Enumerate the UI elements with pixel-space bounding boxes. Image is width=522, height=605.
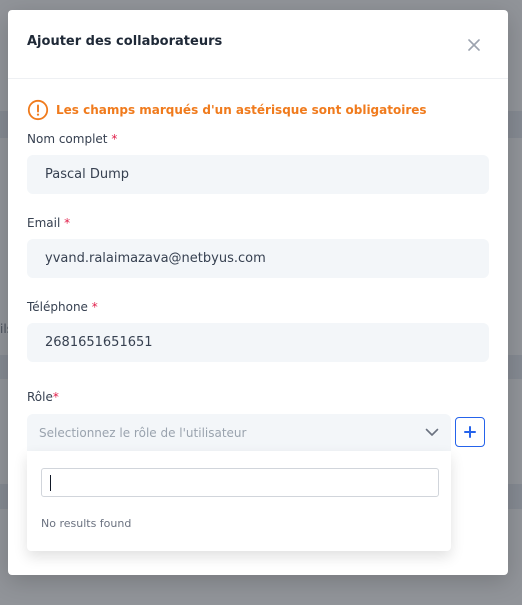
required-fields-notice: Les champs marqués d'un astérisque sont … (27, 99, 487, 121)
close-button[interactable] (464, 35, 484, 55)
full-name-input[interactable]: Pascal Dump (27, 155, 489, 194)
email-value: yvand.ralaimazava@netbyus.com (45, 251, 266, 266)
role-placeholder: Selectionnez le rôle de l'utilisateur (39, 425, 247, 440)
full-name-label: Nom complet * (27, 132, 117, 146)
required-mark: * (64, 216, 71, 230)
full-name-label-text: Nom complet (27, 132, 108, 146)
phone-value: 2681651651651 (45, 335, 153, 350)
required-mark: * (111, 132, 118, 146)
email-input[interactable]: yvand.ralaimazava@netbyus.com (27, 239, 489, 278)
role-search-input[interactable] (41, 468, 439, 497)
role-label: Rôle* (27, 390, 59, 404)
role-label-text: Rôle (27, 390, 53, 404)
phone-label: Téléphone * (27, 300, 98, 314)
required-mark: * (91, 300, 98, 314)
full-name-value: Pascal Dump (45, 167, 130, 182)
phone-label-text: Téléphone (27, 300, 88, 314)
add-role-button[interactable] (455, 417, 485, 447)
modal-title: Ajouter des collaborateurs (27, 34, 223, 49)
close-icon (468, 39, 480, 51)
role-dropdown: No results found (27, 451, 451, 551)
plus-icon (464, 426, 476, 438)
modal-header: Ajouter des collaborateurs (8, 10, 508, 79)
add-collaborators-modal: Ajouter des collaborateurs Les champs ma… (8, 10, 508, 575)
text-cursor (50, 475, 51, 491)
phone-input[interactable]: 2681651651651 (27, 323, 489, 362)
no-results-message: No results found (41, 517, 132, 530)
chevron-down-icon[interactable] (425, 428, 439, 437)
info-icon (27, 99, 49, 121)
required-mark: * (52, 390, 59, 404)
notice-text: Les champs marqués d'un astérisque sont … (56, 103, 427, 117)
email-label-text: Email (27, 216, 61, 230)
role-select[interactable]: Selectionnez le rôle de l'utilisateur (27, 414, 451, 451)
email-label: Email * (27, 216, 70, 230)
